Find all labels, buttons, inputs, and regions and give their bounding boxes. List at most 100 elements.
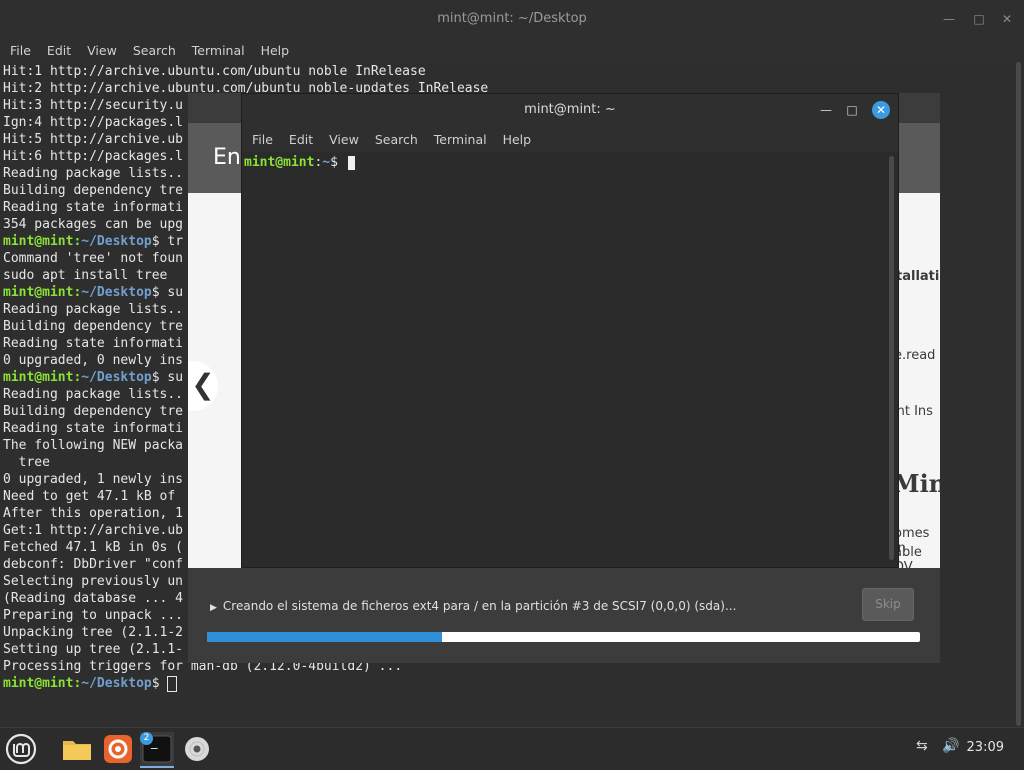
slide-header-text: En: [213, 145, 241, 170]
menu-edit[interactable]: Edit: [47, 43, 71, 58]
line-text: Command 'tree' not foun: [3, 251, 184, 266]
menu-help[interactable]: Help: [261, 43, 290, 58]
prompt-symbol: $: [151, 234, 160, 249]
slideshow-previous-button[interactable]: ❮: [188, 361, 218, 411]
line-text: su: [159, 370, 184, 385]
minimize-icon[interactable]: —: [940, 10, 958, 28]
menu-file[interactable]: File: [10, 43, 31, 58]
line-text: tree: [3, 455, 50, 470]
maximize-icon[interactable]: □: [843, 101, 861, 119]
desktop-terminal-titlebar[interactable]: mint@mint: ~/Desktop — □ ✕: [0, 0, 1024, 38]
line-text: Hit:1 http://archive.ubuntu.com/ubuntu n…: [3, 64, 426, 79]
prompt-symbol: $: [151, 676, 160, 691]
line-text: Selecting previously un: [3, 574, 184, 589]
skip-button[interactable]: Skip: [862, 588, 914, 621]
network-icon[interactable]: ⇆: [916, 738, 928, 754]
line-text: Ign:4 http://packages.l: [3, 115, 184, 130]
home-terminal-scrollbar[interactable]: [889, 156, 894, 560]
menu-terminal[interactable]: Terminal: [434, 132, 487, 147]
prompt-user: mint@mint: [3, 234, 74, 249]
line-text: Setting up tree (2.1.1-: [3, 642, 184, 657]
menu-help[interactable]: Help: [503, 132, 532, 147]
line-text: The following NEW packa: [3, 438, 184, 453]
window-count-badge: 2: [140, 732, 153, 745]
line-text: Reading state informati: [3, 421, 184, 436]
home-terminal-menubar: File Edit View Search Terminal Help: [242, 126, 898, 152]
close-icon[interactable]: ✕: [998, 10, 1016, 28]
home-terminal-output[interactable]: mint@mint:~$: [244, 154, 355, 171]
maximize-icon[interactable]: □: [970, 10, 988, 28]
line-text: Need to get 47.1 kB of: [3, 489, 184, 504]
desktop-terminal-menubar: File Edit View Search Terminal Help: [0, 38, 1024, 62]
text-cursor: [347, 155, 355, 170]
slide-text: tallatio: [896, 269, 940, 284]
install-progress-bar: [207, 632, 920, 642]
prompt-symbol: $: [151, 370, 160, 385]
prompt-line: mint@mint:~$: [244, 154, 355, 171]
prompt-symbol: $: [330, 155, 338, 170]
menu-view[interactable]: View: [329, 132, 359, 147]
text-cursor: [167, 675, 178, 692]
desktop-terminal-title: mint@mint: ~/Desktop: [437, 11, 587, 26]
prompt-user: mint@mint: [3, 676, 74, 691]
line-text: Hit:3 http://security.u: [3, 98, 184, 113]
line-text: Reading state informati: [3, 200, 184, 215]
expand-triangle-icon[interactable]: ▶: [210, 603, 217, 613]
slide-text: able DV: [894, 545, 922, 568]
line-text: sudo apt install tree: [3, 268, 168, 283]
prompt-user: mint@mint: [3, 285, 74, 300]
terminal-line: Hit:1 http://archive.ubuntu.com/ubuntu n…: [3, 63, 1010, 80]
terminal-taskbar-icon[interactable]: _ 2: [140, 732, 174, 768]
prompt-path: ~/Desktop: [81, 234, 152, 249]
slide-heading: Min: [893, 469, 940, 498]
line-text: Building dependency tre: [3, 319, 184, 334]
mint-menu-icon[interactable]: [4, 732, 38, 766]
prompt-user: mint@mint: [244, 155, 315, 170]
folder-icon[interactable]: [60, 732, 94, 766]
slide-text: e.read: [894, 348, 936, 363]
minimize-icon[interactable]: —: [817, 101, 835, 119]
terminal-line: mint@mint:~/Desktop$: [3, 675, 1010, 692]
desktop-terminal-scrollbar[interactable]: [1016, 62, 1021, 726]
prompt-path: ~: [322, 155, 331, 170]
line-text: [160, 676, 168, 691]
line-text: su: [159, 285, 184, 300]
menu-file[interactable]: File: [252, 132, 273, 147]
menu-search[interactable]: Search: [133, 43, 176, 58]
line-text: Reading package lists..: [3, 166, 184, 181]
install-progress-fill: [207, 632, 443, 642]
line-text: Reading package lists..: [3, 387, 184, 402]
home-terminal-titlebar[interactable]: mint@mint: ~ — □ ✕: [242, 94, 898, 126]
line-text: Reading state informati: [3, 336, 184, 351]
line-text: 0 upgraded, 0 newly ins: [3, 353, 184, 368]
line-text: Unpacking tree (2.1.1-2: [3, 625, 184, 640]
menu-search[interactable]: Search: [375, 132, 418, 147]
taskbar: _ 2 ⇆ 🔊 23:09: [0, 727, 1024, 769]
line-text: 0 upgraded, 1 newly ins: [3, 472, 184, 487]
prompt-user: mint@mint: [3, 370, 74, 385]
line-text: Reading package lists..: [3, 302, 184, 317]
install-status[interactable]: ▶ Creando el sistema de ficheros ext4 par…: [210, 599, 736, 613]
clock[interactable]: 23:09: [967, 740, 1004, 755]
firefox-icon[interactable]: [101, 732, 135, 766]
prompt-path: ~/Desktop: [81, 676, 152, 691]
line-text: (Reading database ... 4: [3, 591, 184, 606]
prompt-path: ~/Desktop: [81, 285, 152, 300]
install-status-text: Creando el sistema de ficheros ext4 para…: [222, 599, 737, 613]
line-text: Get:1 http://archive.ub: [3, 523, 184, 538]
menu-view[interactable]: View: [87, 43, 117, 58]
line-text: Fetched 47.1 kB in 0s (: [3, 540, 184, 555]
disc-icon[interactable]: [180, 732, 214, 766]
menu-terminal[interactable]: Terminal: [192, 43, 245, 58]
close-icon[interactable]: ✕: [872, 101, 890, 119]
line-text: 354 packages can be upg: [3, 217, 184, 232]
volume-icon[interactable]: 🔊: [942, 738, 959, 754]
line-text: After this operation, 1: [3, 506, 184, 521]
line-text: Preparing to unpack ...: [3, 608, 184, 623]
menu-edit[interactable]: Edit: [289, 132, 313, 147]
line-text: tr: [159, 234, 184, 249]
line-text: Building dependency tre: [3, 404, 184, 419]
prompt-path: ~/Desktop: [81, 370, 152, 385]
prompt-symbol: $: [151, 285, 160, 300]
home-terminal-window[interactable]: mint@mint: ~ — □ ✕ File Edit View Search…: [241, 93, 899, 568]
